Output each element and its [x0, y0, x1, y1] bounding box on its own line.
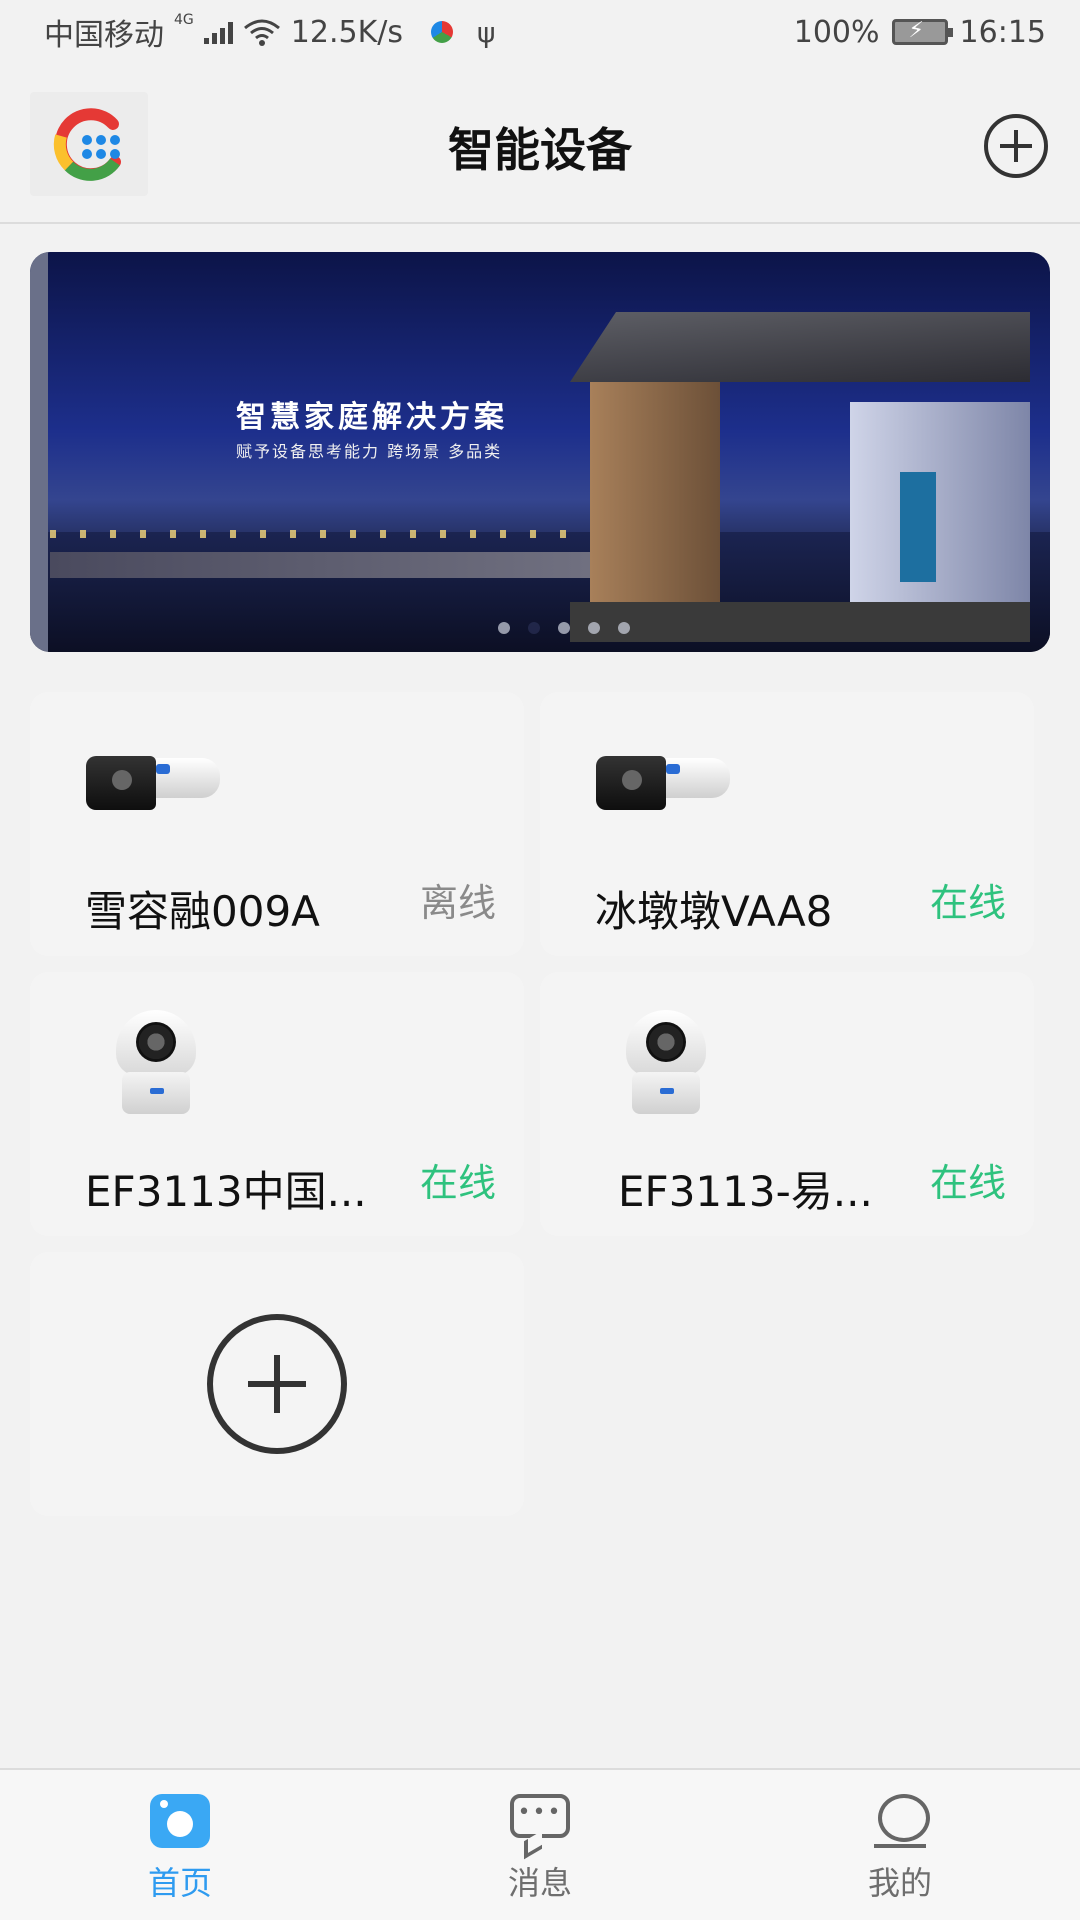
device-name: EF3113-易...	[618, 1167, 873, 1216]
battery-icon: ⚡	[891, 18, 953, 45]
tab-home[interactable]: 首页	[0, 1770, 360, 1920]
device-card[interactable]: EF3113-易... 在线	[540, 972, 1034, 1236]
device-status: 在线	[419, 1161, 496, 1205]
add-device-header-button[interactable]	[984, 114, 1048, 178]
carousel-dot-active[interactable]	[528, 622, 540, 634]
add-device-card[interactable]	[30, 1252, 524, 1516]
banner-pier	[50, 552, 590, 578]
banner-subtitle: 赋予设备思考能力 跨场景 多品类	[236, 442, 503, 461]
bullet-camera-icon	[596, 750, 732, 810]
banner-city-lights	[50, 530, 570, 538]
device-name: 冰墩墩VAA8	[595, 887, 833, 936]
device-card[interactable]: EF3113中国... 在线	[30, 972, 524, 1236]
battery-percent: 100%	[793, 14, 880, 50]
page-title: 智能设备	[448, 123, 632, 177]
bullet-camera-icon	[86, 750, 222, 810]
banner-house-image	[570, 312, 1030, 642]
carousel-dot[interactable]	[618, 622, 630, 634]
app-notification-icon	[430, 21, 453, 43]
device-card[interactable]: 冰墩墩VAA8 在线	[540, 692, 1034, 956]
device-name: 雪容融009A	[85, 887, 320, 936]
carousel-dot[interactable]	[498, 622, 510, 634]
profile-icon	[874, 1794, 930, 1850]
device-status: 在线	[929, 881, 1006, 925]
network-speed: 12.5K/s	[290, 14, 403, 50]
tab-label: 首页	[147, 1864, 212, 1902]
bottom-tab-bar: 首页 消息 我的	[0, 1768, 1080, 1920]
usb-icon: ψ	[476, 15, 496, 49]
add-circle-icon	[207, 1314, 347, 1454]
message-icon	[510, 1794, 570, 1838]
tab-label: 消息	[507, 1864, 572, 1902]
home-icon	[150, 1794, 210, 1848]
tab-profile[interactable]: 我的	[720, 1770, 1080, 1920]
device-status: 在线	[929, 1161, 1006, 1205]
clock: 16:15	[959, 14, 1046, 50]
carrier-name: 中国移动	[44, 18, 164, 53]
tab-label: 我的	[867, 1864, 932, 1902]
device-status: 离线	[419, 881, 496, 925]
status-bar: 中国移动 4G 12.5K/s ψ 100% ⚡ 16:15	[0, 0, 1080, 64]
carousel-dot[interactable]	[588, 622, 600, 634]
carousel-dot[interactable]	[558, 622, 570, 634]
device-name: EF3113中国...	[85, 1167, 367, 1216]
banner-carousel[interactable]: 智慧家庭解决方案 赋予设备思考能力 跨场景 多品类	[30, 252, 1050, 652]
signal-icon	[203, 20, 233, 44]
banner-title: 智慧家庭解决方案	[236, 400, 508, 435]
network-type: 4G	[174, 12, 194, 28]
carousel-indicator	[498, 622, 630, 634]
dome-camera-icon	[626, 1010, 706, 1114]
tab-messages[interactable]: 消息	[360, 1770, 720, 1920]
banner-edge	[30, 252, 48, 652]
app-header: 智能设备	[0, 64, 1080, 224]
device-card[interactable]: 雪容融009A 离线	[30, 692, 524, 956]
wifi-icon	[243, 19, 280, 46]
dome-camera-icon	[116, 1010, 196, 1114]
